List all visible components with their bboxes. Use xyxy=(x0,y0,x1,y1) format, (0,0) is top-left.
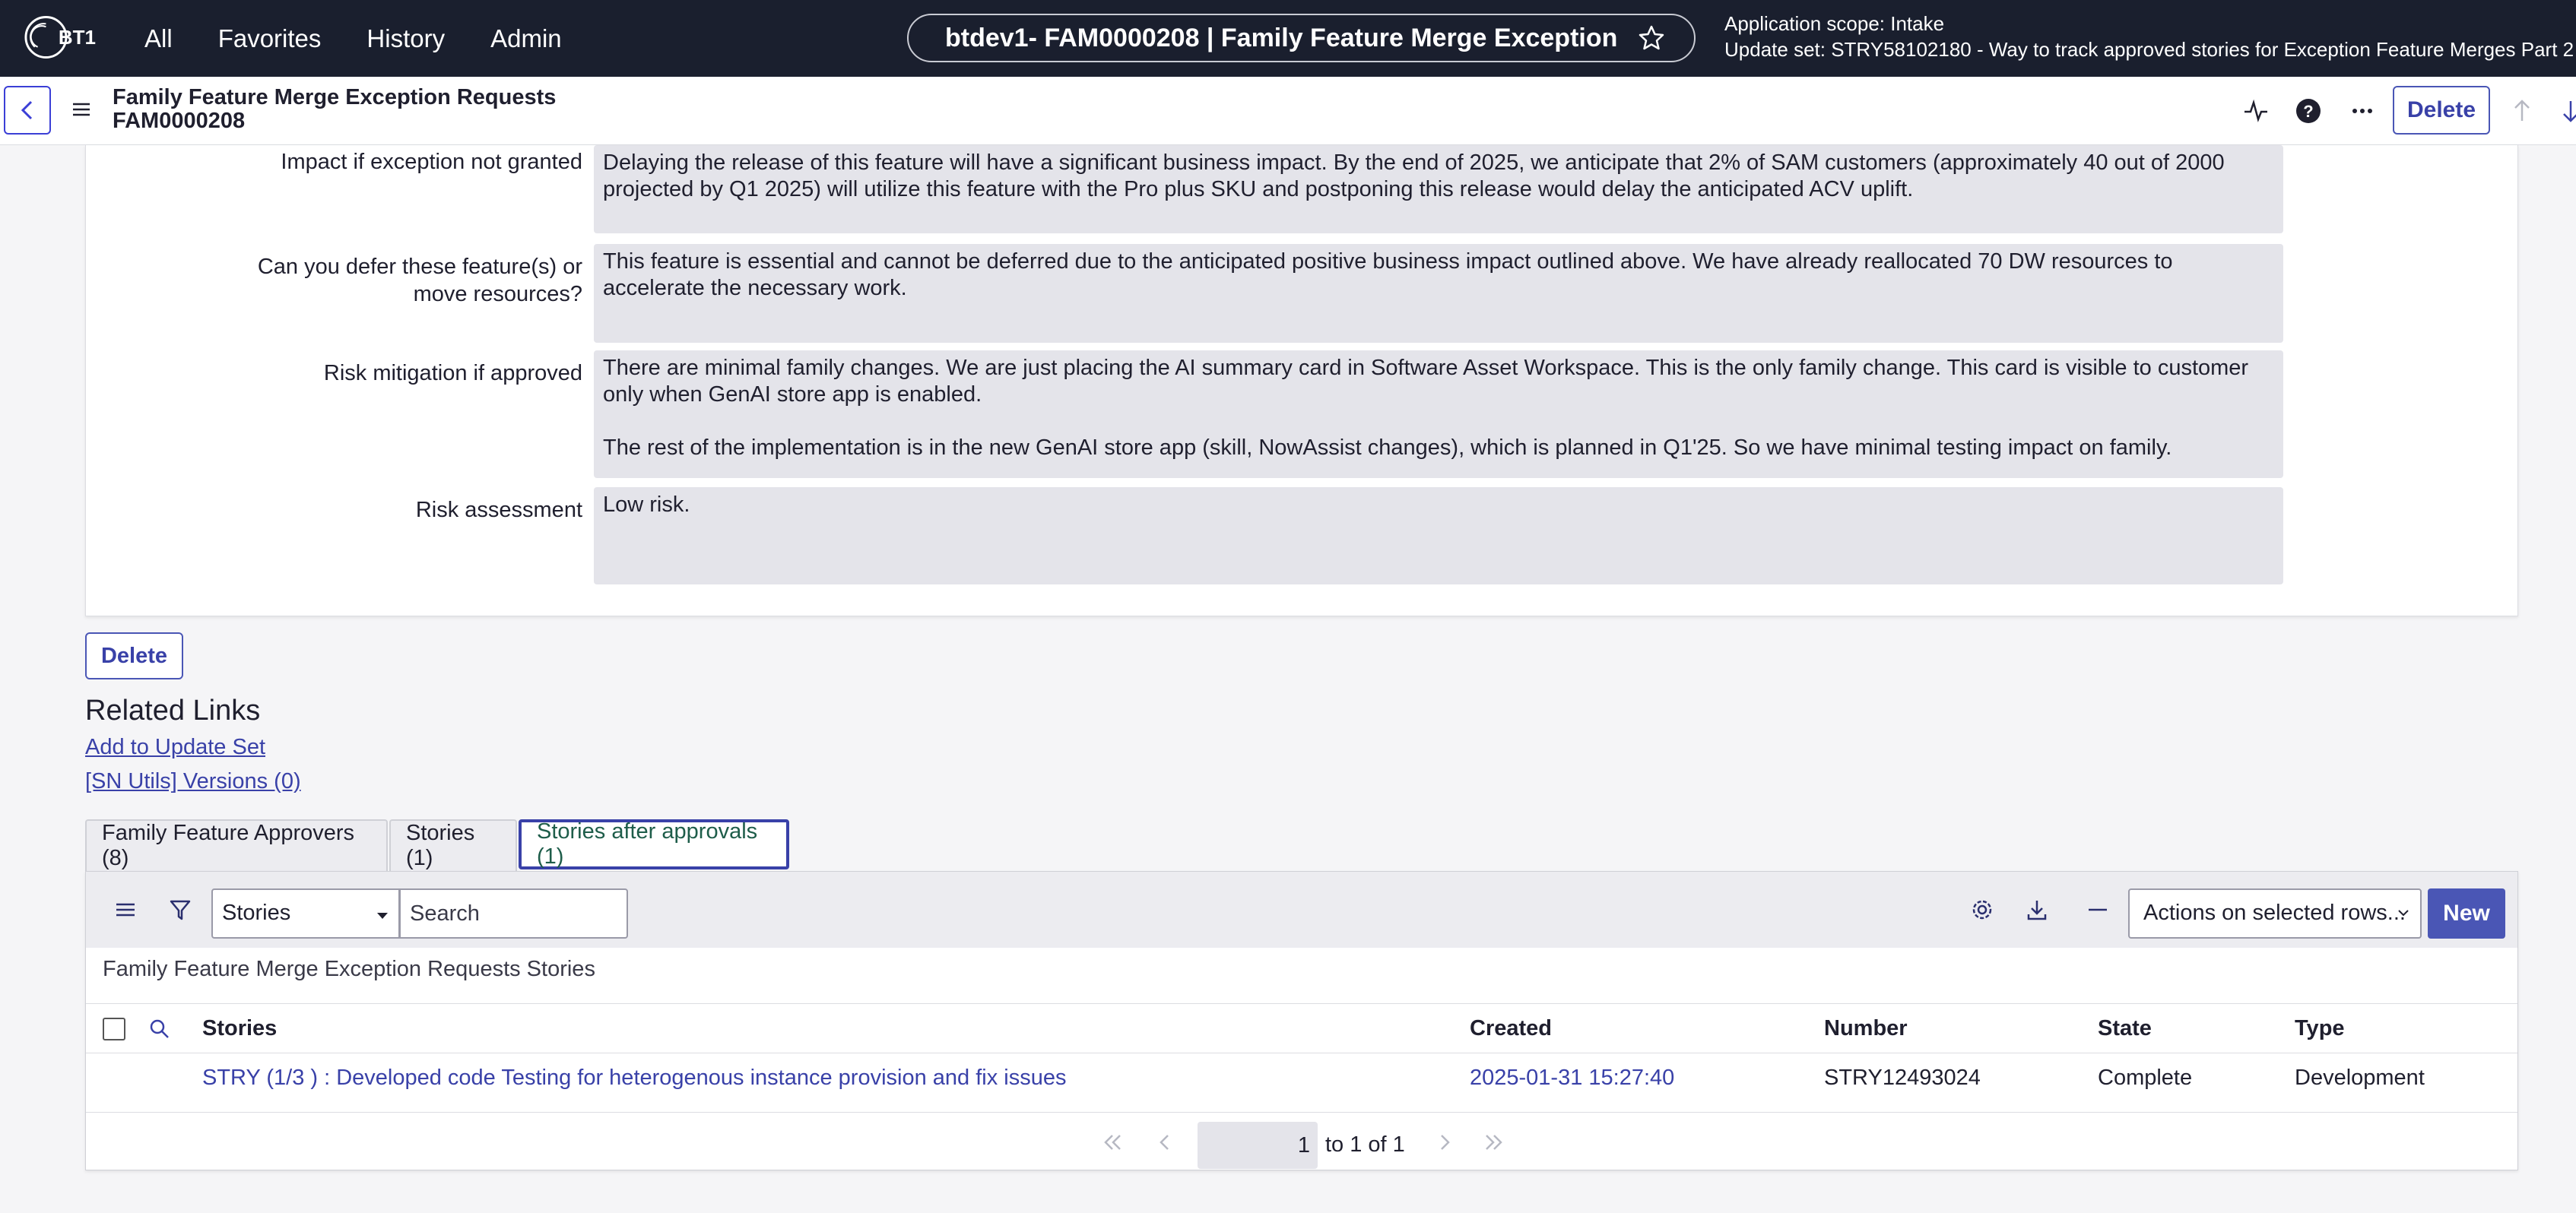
arrow-up-icon[interactable] xyxy=(2508,97,2536,125)
more-options-icon[interactable] xyxy=(2348,97,2377,125)
new-button[interactable]: New xyxy=(2428,888,2505,939)
activity-pulse-icon[interactable] xyxy=(2241,97,2270,125)
field-impact-textarea[interactable]: Delaying the release of this feature wil… xyxy=(594,145,2283,233)
field-label-risk-mitigation: Risk mitigation if approved xyxy=(323,361,582,385)
favorite-star-icon[interactable] xyxy=(1638,24,1665,52)
actions-on-selected-rows-select[interactable]: Actions on selected rows... xyxy=(2128,888,2422,939)
chevron-left-icon xyxy=(21,100,33,120)
previous-page-icon[interactable] xyxy=(1153,1132,1176,1152)
page-number-input[interactable] xyxy=(1198,1122,1318,1169)
select-all-checkbox[interactable] xyxy=(103,1018,125,1040)
form-card: Impact if exception not granted Delaying… xyxy=(85,145,2518,616)
nav-favorites[interactable]: Favorites xyxy=(218,24,322,53)
risk-mitigation-paragraph-1: There are minimal family changes. We are… xyxy=(603,356,2249,407)
column-header-stories[interactable]: Stories xyxy=(202,1016,277,1041)
search-field-select[interactable]: Stories xyxy=(211,888,400,939)
field-label-risk-assessment: Risk assessment xyxy=(415,498,582,522)
list-caption: Family Feature Merge Exception Requests … xyxy=(103,957,595,981)
download-icon[interactable] xyxy=(2025,898,2049,922)
top-navigation-bar: BT1 All Favorites History Admin btdev1- … xyxy=(0,0,2576,77)
tab-stories-after-approvals[interactable]: Stories after approvals (1) xyxy=(519,819,789,869)
nav-admin[interactable]: Admin xyxy=(490,24,562,53)
list-search-input[interactable] xyxy=(400,888,628,939)
first-page-icon[interactable] xyxy=(1102,1132,1125,1152)
logo[interactable]: BT1 xyxy=(23,11,96,64)
list-pagination: to 1 of 1 xyxy=(86,1113,2517,1171)
help-icon[interactable]: ? xyxy=(2294,97,2323,125)
list-menu-icon[interactable] xyxy=(113,898,138,922)
search-field-select-value: Stories xyxy=(222,901,291,925)
update-set: Update set: STRY58102180 - Way to track … xyxy=(1724,38,2576,61)
arrow-down-icon[interactable] xyxy=(2556,97,2576,125)
tab-stories[interactable]: Stories (1) xyxy=(389,819,517,871)
pagination-summary: to 1 of 1 xyxy=(1325,1132,1405,1157)
form-header: Family Feature Merge Exception Requests … xyxy=(0,77,2576,145)
field-label-impact: Impact if exception not granted xyxy=(281,150,582,174)
logo-text: BT1 xyxy=(58,25,96,49)
back-button[interactable] xyxy=(4,86,51,135)
story-state: Complete xyxy=(2098,1066,2193,1090)
form-title: Family Feature Merge Exception Requests … xyxy=(113,86,556,133)
created-link[interactable]: 2025-01-31 15:27:40 xyxy=(1470,1066,1674,1091)
field-risk-mitigation-textarea[interactable]: There are minimal family changes. We are… xyxy=(594,350,2283,478)
story-link[interactable]: STRY (1/3 ) : Developed code Testing for… xyxy=(202,1066,1067,1091)
main-nav: All Favorites History Admin xyxy=(144,0,608,77)
field-defer-textarea[interactable]: This feature is essential and cannot be … xyxy=(594,244,2283,343)
search-icon[interactable] xyxy=(148,1018,171,1040)
form-menu-icon[interactable] xyxy=(71,100,91,119)
actions-select-label: Actions on selected rows... xyxy=(2143,901,2406,925)
column-header-type[interactable]: Type xyxy=(2295,1016,2345,1041)
story-type: Development xyxy=(2295,1066,2425,1090)
last-page-icon[interactable] xyxy=(1482,1132,1505,1152)
column-header-state[interactable]: State xyxy=(2098,1016,2152,1041)
table-row: STRY (1/3 ) : Developed code Testing for… xyxy=(86,1053,2517,1113)
record-title-text: btdev1- FAM0000208 | Family Feature Merg… xyxy=(945,23,1622,52)
story-number: STRY12493024 xyxy=(1824,1066,1981,1090)
field-risk-assessment-textarea[interactable]: Low risk. xyxy=(594,487,2283,584)
nav-history[interactable]: History xyxy=(366,24,445,53)
add-to-update-set-link[interactable]: Add to Update Set xyxy=(85,735,265,760)
header-delete-button[interactable]: Delete xyxy=(2393,86,2490,135)
risk-mitigation-paragraph-2: The rest of the implementation is in the… xyxy=(603,435,2172,460)
next-page-icon[interactable] xyxy=(1433,1132,1456,1152)
field-label-defer: Can you defer these feature(s) or move r… xyxy=(257,255,582,306)
tab-family-feature-approvers[interactable]: Family Feature Approvers (8) xyxy=(85,819,388,871)
chevron-down-icon xyxy=(2398,910,2409,917)
record-title-pill[interactable]: btdev1- FAM0000208 | Family Feature Merg… xyxy=(907,14,1696,62)
gear-icon[interactable] xyxy=(1970,898,1994,922)
nav-all[interactable]: All xyxy=(144,24,173,53)
application-scope-info[interactable]: Application scope: Intake Update set: ST… xyxy=(1724,11,2576,62)
delete-button[interactable]: Delete xyxy=(85,632,183,679)
form-table-name: Family Feature Merge Exception Requests xyxy=(113,85,557,109)
form-record-number: FAM0000208 xyxy=(113,109,246,133)
column-header-number[interactable]: Number xyxy=(1824,1016,1908,1041)
related-list-panel: Stories Actions on selected rows... New … xyxy=(85,871,2518,1170)
list-column-header: Stories Created Number State Type xyxy=(86,1003,2517,1053)
filter-icon[interactable] xyxy=(168,898,192,922)
related-links-title: Related Links xyxy=(85,695,261,727)
collapse-icon[interactable] xyxy=(2086,898,2110,922)
list-toolbar: Stories Actions on selected rows... New xyxy=(86,872,2517,948)
application-scope: Application scope: Intake xyxy=(1724,12,1945,35)
sn-utils-versions-link[interactable]: [SN Utils] Versions (0) xyxy=(85,769,301,794)
caret-down-icon xyxy=(377,913,388,919)
column-header-created[interactable]: Created xyxy=(1470,1016,1552,1041)
svg-text:?: ? xyxy=(2303,102,2313,121)
